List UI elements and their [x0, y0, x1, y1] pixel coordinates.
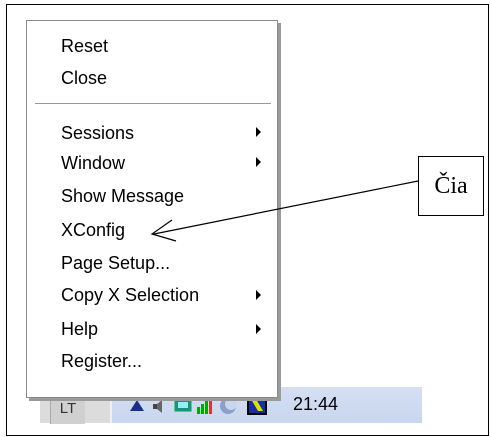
- callout-pointer-arrow: [150, 180, 419, 242]
- callout-box: Čia: [418, 156, 484, 216]
